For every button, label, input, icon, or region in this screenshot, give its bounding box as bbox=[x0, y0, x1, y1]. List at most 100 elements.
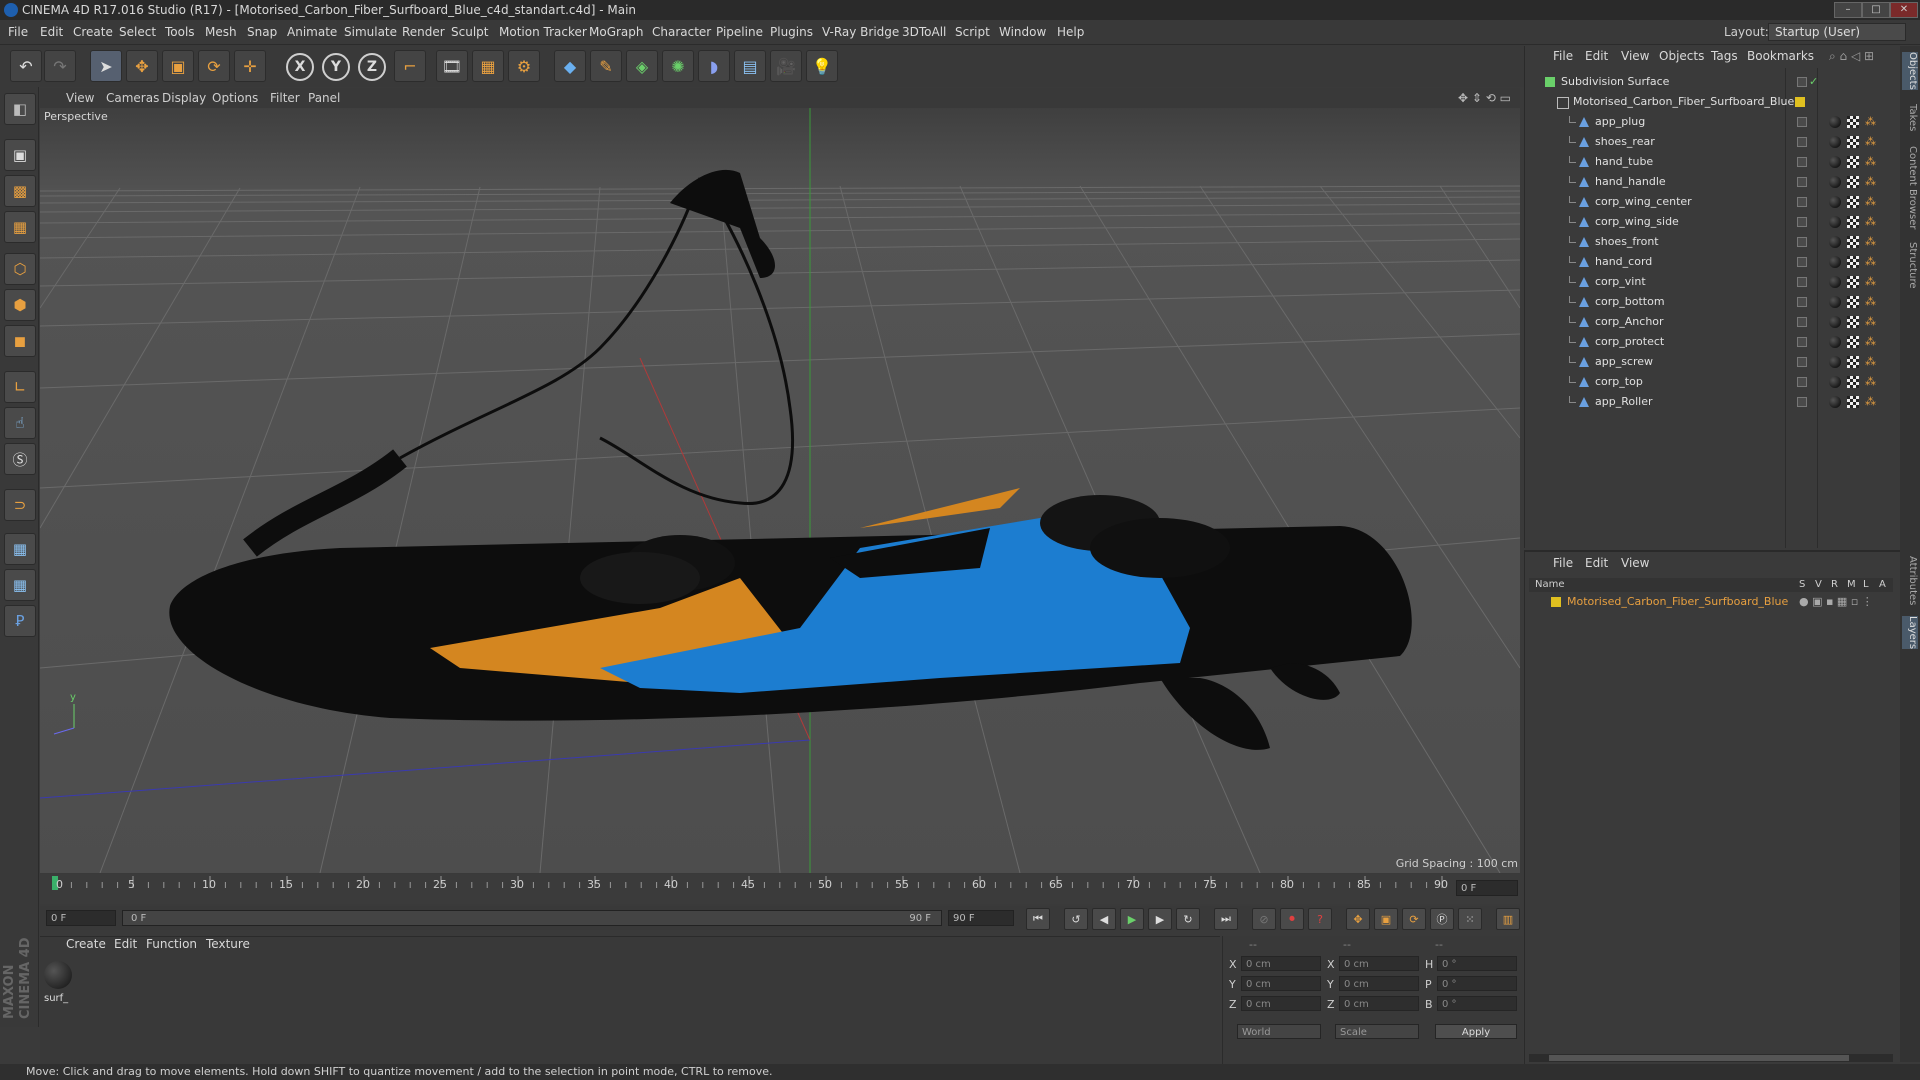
texture-tag-icon[interactable] bbox=[1847, 316, 1859, 328]
next-frame-icon[interactable]: ▶ bbox=[1148, 908, 1172, 930]
grid-workplane-icon[interactable]: ▦ bbox=[4, 569, 36, 601]
menu-plugins[interactable]: Plugins bbox=[770, 20, 813, 44]
texture-tag-icon[interactable] bbox=[1847, 276, 1859, 288]
object-row-app-roller[interactable]: app_Roller ⁂ bbox=[1525, 392, 1895, 412]
tab-structure[interactable]: Structure bbox=[1902, 242, 1918, 289]
viewport-menu-view[interactable]: View bbox=[66, 88, 94, 108]
visibility-toggle[interactable] bbox=[1797, 77, 1807, 87]
object-row-hand-tube[interactable]: hand_tube ⁂ bbox=[1525, 152, 1895, 172]
object-row-corp-top[interactable]: corp_top ⁂ bbox=[1525, 372, 1895, 392]
deformer-icon[interactable]: ◗ bbox=[698, 50, 730, 82]
viewport-menu-cameras[interactable]: Cameras bbox=[106, 88, 159, 108]
y-axis-icon[interactable]: Y bbox=[322, 53, 350, 81]
material-tag-icon[interactable] bbox=[1829, 196, 1841, 208]
keyframe-selection-icon[interactable]: ⊘ bbox=[1252, 908, 1276, 930]
texture-tag-icon[interactable] bbox=[1847, 256, 1859, 268]
minimize-button[interactable]: – bbox=[1834, 2, 1862, 18]
visibility-toggle[interactable] bbox=[1797, 317, 1807, 327]
layers-scrollbar[interactable] bbox=[1529, 1054, 1893, 1062]
layers-menu-view[interactable]: View bbox=[1621, 556, 1649, 570]
floor-icon[interactable]: ▤ bbox=[734, 50, 766, 82]
object-row-corp-protect[interactable]: corp_protect ⁂ bbox=[1525, 332, 1895, 352]
viewport-menu-filter[interactable]: Filter bbox=[270, 88, 300, 108]
visibility-toggle[interactable] bbox=[1797, 237, 1807, 247]
object-row-corp-vint[interactable]: corp_vint ⁂ bbox=[1525, 272, 1895, 292]
selection-tag-icon[interactable]: ⁂ bbox=[1865, 112, 1876, 132]
object-row-shoes-rear[interactable]: shoes_rear ⁂ bbox=[1525, 132, 1895, 152]
selection-tag-icon[interactable]: ⁂ bbox=[1865, 392, 1876, 412]
viewport-menu-display[interactable]: Display bbox=[162, 88, 206, 108]
layers-menu-file[interactable]: File bbox=[1553, 556, 1573, 570]
coord-mode-dropdown[interactable]: Scale bbox=[1335, 1024, 1419, 1039]
end-frame-field[interactable]: 90 F bbox=[948, 910, 1014, 926]
model-mode-icon[interactable]: ▣ bbox=[4, 139, 36, 171]
visibility-toggle[interactable] bbox=[1797, 397, 1807, 407]
selection-tag-icon[interactable]: ⁂ bbox=[1865, 132, 1876, 152]
menu-pipeline[interactable]: Pipeline bbox=[716, 20, 763, 44]
texture-tag-icon[interactable] bbox=[1847, 396, 1859, 408]
coord-rot-b-field[interactable]: 0 ° bbox=[1437, 996, 1517, 1011]
visibility-toggle[interactable] bbox=[1797, 377, 1807, 387]
menu-tools[interactable]: Tools bbox=[165, 20, 195, 44]
axis-mode-icon[interactable]: ∟ bbox=[4, 371, 36, 403]
current-frame-field[interactable]: 0 F bbox=[1456, 880, 1518, 896]
record-icon[interactable]: ⏺ bbox=[1280, 908, 1304, 930]
render-settings-icon[interactable]: ⚙ bbox=[508, 50, 540, 82]
selection-tag-icon[interactable]: ⁂ bbox=[1865, 212, 1876, 232]
object-row-surfboard-group[interactable]: Motorised_Carbon_Fiber_Surfboard_Blue bbox=[1525, 92, 1895, 112]
texture-tag-icon[interactable] bbox=[1847, 216, 1859, 228]
polygons-mode-icon[interactable]: ◼ bbox=[4, 325, 36, 357]
material-tag-icon[interactable] bbox=[1829, 356, 1841, 368]
selection-tag-icon[interactable]: ⁂ bbox=[1865, 252, 1876, 272]
viewport-menu-options[interactable]: Options bbox=[212, 88, 258, 108]
menu-3dtoall[interactable]: 3DToAll bbox=[902, 20, 946, 44]
objects-menu-tags[interactable]: Tags bbox=[1711, 46, 1738, 66]
coord-pos-z-field[interactable]: 0 cm bbox=[1241, 996, 1321, 1011]
selection-tag-icon[interactable]: ⁂ bbox=[1865, 292, 1876, 312]
material-tag-icon[interactable] bbox=[1829, 176, 1841, 188]
perspective-viewport[interactable]: y bbox=[40, 108, 1520, 873]
material-tag-icon[interactable] bbox=[1829, 116, 1841, 128]
menu-file[interactable]: File bbox=[8, 20, 28, 44]
visibility-toggle[interactable] bbox=[1797, 117, 1807, 127]
visibility-toggle[interactable] bbox=[1797, 197, 1807, 207]
texture-tag-icon[interactable] bbox=[1847, 336, 1859, 348]
texture-tag-icon[interactable] bbox=[1847, 116, 1859, 128]
coord-size-x-field[interactable]: 0 cm bbox=[1339, 956, 1419, 971]
object-row-corp-wing-side[interactable]: corp_wing_side ⁂ bbox=[1525, 212, 1895, 232]
scale-icon[interactable]: ▣ bbox=[162, 50, 194, 82]
material-swatch[interactable] bbox=[44, 961, 72, 989]
coord-rot-p-field[interactable]: 0 ° bbox=[1437, 976, 1517, 991]
material-tag-icon[interactable] bbox=[1829, 216, 1841, 228]
material-tag-icon[interactable] bbox=[1829, 296, 1841, 308]
objects-menu-file[interactable]: File bbox=[1553, 46, 1573, 66]
visibility-toggle[interactable] bbox=[1797, 357, 1807, 367]
points-mode-icon[interactable]: ⬡ bbox=[4, 253, 36, 285]
menu-simulate[interactable]: Simulate bbox=[344, 20, 397, 44]
visibility-toggle[interactable] bbox=[1797, 177, 1807, 187]
object-row-corp-bottom[interactable]: corp_bottom ⁂ bbox=[1525, 292, 1895, 312]
layers-menu-edit[interactable]: Edit bbox=[1585, 556, 1608, 570]
start-frame-field[interactable]: 0 F bbox=[46, 910, 116, 926]
layers-scrollbar-thumb[interactable] bbox=[1549, 1055, 1849, 1061]
tab-layers[interactable]: Layers bbox=[1902, 616, 1918, 650]
z-axis-icon[interactable]: Z bbox=[358, 53, 386, 81]
auto-key-icon[interactable]: ? bbox=[1308, 908, 1332, 930]
select-arrow-icon[interactable]: ➤ bbox=[90, 50, 122, 82]
menu-sculpt[interactable]: Sculpt bbox=[451, 20, 488, 44]
viewport-menu-panel[interactable]: Panel bbox=[308, 88, 340, 108]
visibility-toggle[interactable] bbox=[1797, 257, 1807, 267]
workplane-icon[interactable]: ▦ bbox=[4, 211, 36, 243]
object-row-shoes-front[interactable]: shoes_front ⁂ bbox=[1525, 232, 1895, 252]
play-icon[interactable]: ▶ bbox=[1120, 908, 1144, 930]
make-editable-icon[interactable]: ◧ bbox=[4, 93, 36, 125]
layer-row[interactable]: Motorised_Carbon_Fiber_Surfboard_Blue ● … bbox=[1529, 594, 1893, 610]
move-icon[interactable]: ✥ bbox=[126, 50, 158, 82]
redo-icon[interactable]: ↷ bbox=[44, 50, 76, 82]
material-menu-function[interactable]: Function bbox=[146, 937, 197, 951]
goto-end-icon[interactable]: ⏭ bbox=[1214, 908, 1238, 930]
prev-key-icon[interactable]: ↺ bbox=[1064, 908, 1088, 930]
range-slider[interactable]: 0 F 90 F bbox=[122, 910, 942, 926]
selection-tag-icon[interactable]: ⁂ bbox=[1865, 272, 1876, 292]
material-tag-icon[interactable] bbox=[1829, 236, 1841, 248]
